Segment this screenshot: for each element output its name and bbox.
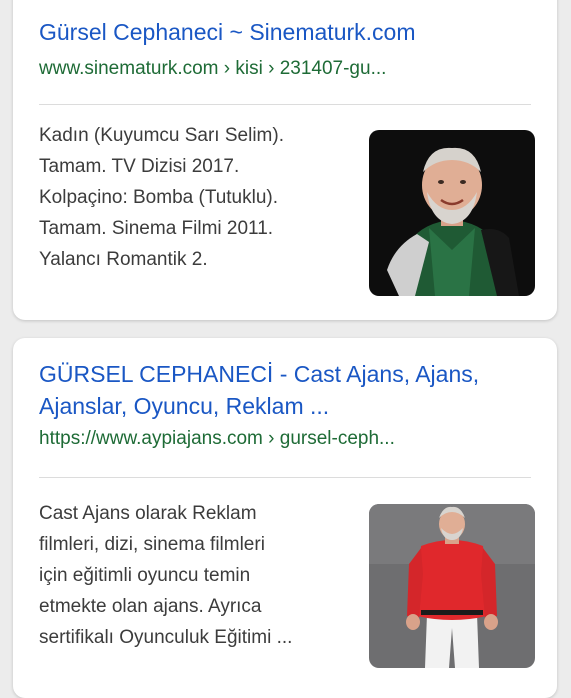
- snippet-line: Kadın (Kuyumcu Sarı Selim).: [39, 125, 284, 146]
- snippet-line: Tamam. TV Dizisi 2017.: [39, 156, 240, 177]
- title-line: Ajanslar, Oyuncu, Reklam ...: [39, 393, 330, 419]
- snippet-line: için eğitimli oyuncu temin: [39, 565, 251, 586]
- snippet-line: sertifikalı Oyunculuk Eğitimi ...: [39, 627, 293, 648]
- result-thumbnail[interactable]: [369, 504, 535, 668]
- result-url-link[interactable]: https://www.aypiajans.com › gursel-ceph.…: [39, 426, 537, 452]
- result-title-link[interactable]: GÜRSEL CEPHANECİ - Cast Ajans, Ajans, Aj…: [39, 358, 537, 422]
- result-snippet: Cast Ajans olarak Reklam filmleri, dizi,…: [39, 498, 349, 653]
- snippet-line: Kolpaçino: Bomba (Tutuklu).: [39, 187, 279, 208]
- snippet-line: Tamam. Sinema Filmi 2011.: [39, 218, 274, 239]
- person-photo-red-shirt-icon: [369, 504, 535, 668]
- result-thumbnail[interactable]: [369, 130, 535, 296]
- search-result-card: GÜRSEL CEPHANECİ - Cast Ajans, Ajans, Aj…: [13, 338, 557, 698]
- result-snippet: Kadın (Kuyumcu Sarı Selim). Tamam. TV Di…: [39, 120, 349, 275]
- result-title-link[interactable]: Gürsel Cephaneci ~ Sinematurk.com: [39, 16, 537, 48]
- snippet-line: Yalancı Romantik 2.: [39, 249, 208, 270]
- title-line: GÜRSEL CEPHANECİ - Cast Ajans, Ajans,: [39, 361, 480, 387]
- search-result-card: Gürsel Cephaneci ~ Sinematurk.com www.si…: [13, 0, 557, 320]
- divider: [39, 477, 531, 478]
- result-url-link[interactable]: www.sinematurk.com › kisi › 231407-gu...: [39, 56, 537, 82]
- divider: [39, 104, 531, 105]
- person-photo-green-shirt-icon: [369, 130, 535, 296]
- snippet-line: filmleri, dizi, sinema filmleri: [39, 534, 265, 555]
- snippet-line: Cast Ajans olarak Reklam: [39, 503, 257, 524]
- snippet-line: etmekte olan ajans. Ayrıca: [39, 596, 262, 617]
